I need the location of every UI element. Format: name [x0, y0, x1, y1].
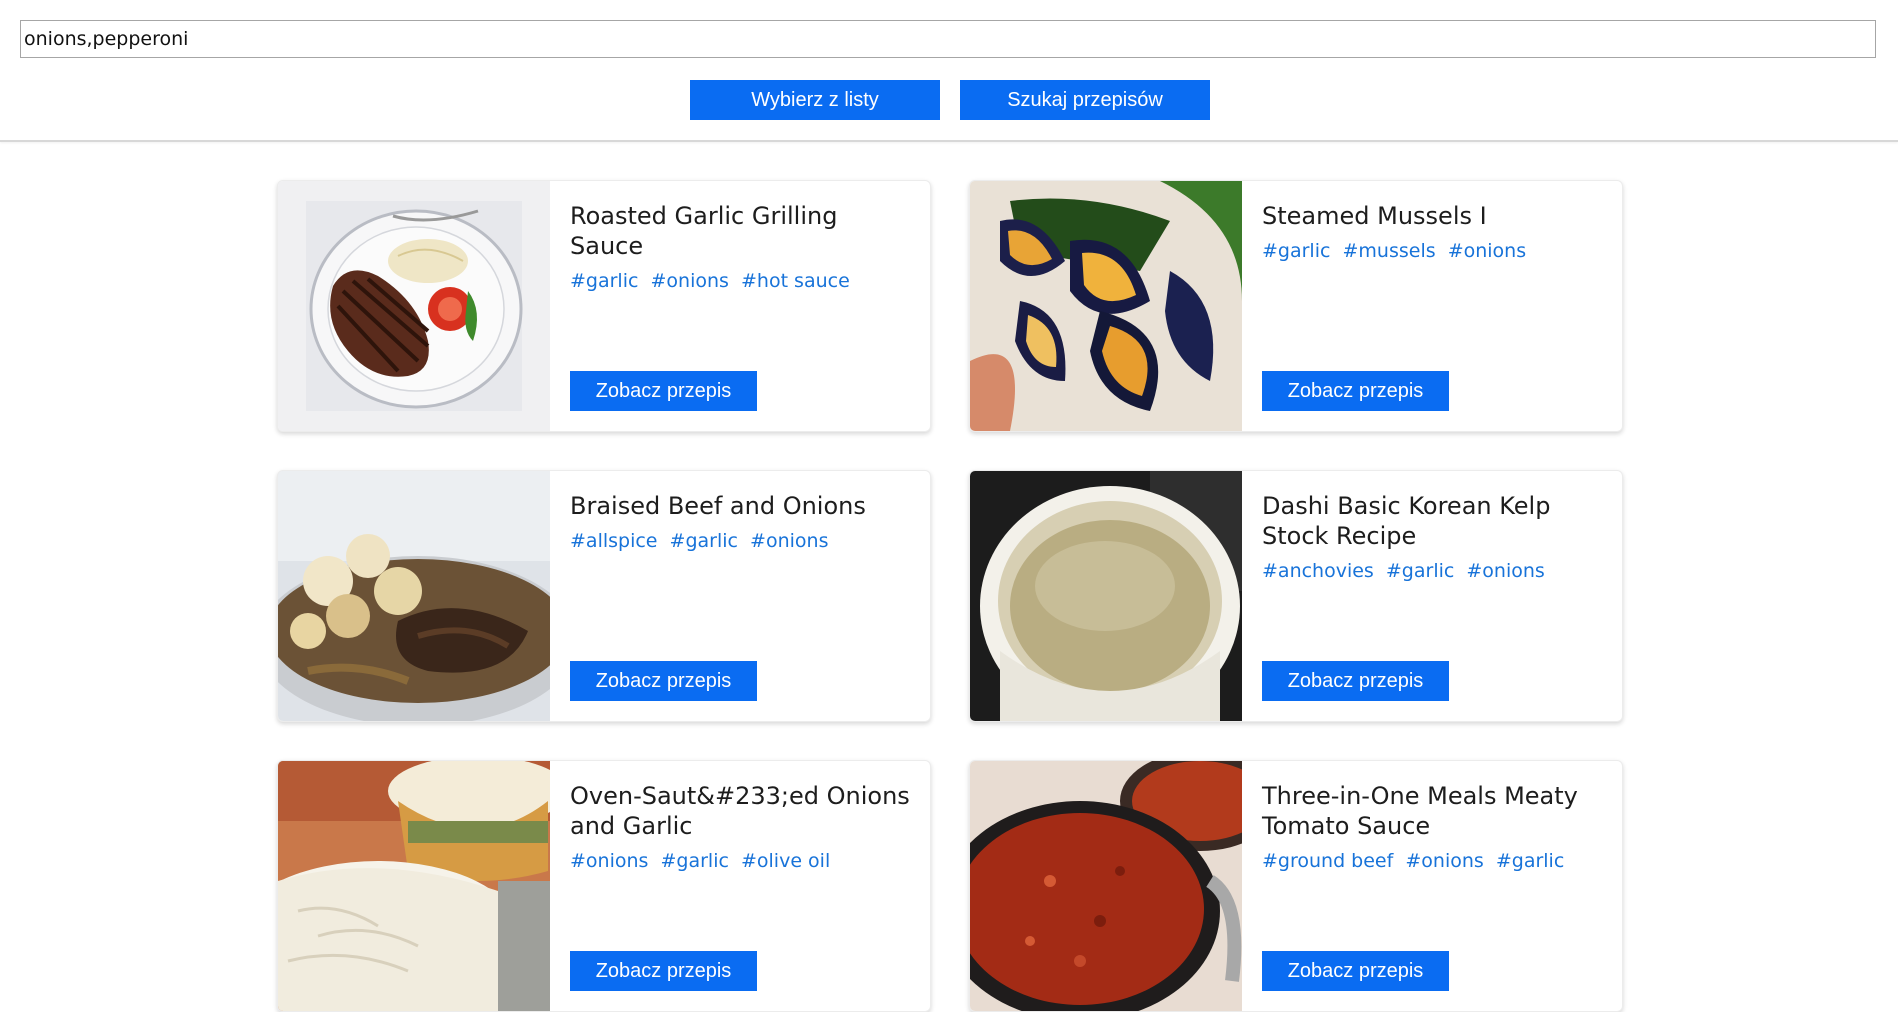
- recipe-title: Oven-Saut&#233;ed Onions and Garlic: [570, 782, 910, 840]
- recipe-tag[interactable]: #olive oil: [741, 850, 830, 872]
- recipe-tag[interactable]: #onions: [750, 530, 828, 552]
- braised-beef-image: [278, 471, 550, 721]
- recipe-tags: #anchovies #garlic #onions: [1262, 559, 1602, 583]
- recipe-tag[interactable]: #onions: [570, 850, 648, 872]
- view-recipe-button[interactable]: Zobacz przepis: [1262, 661, 1449, 701]
- recipe-tag[interactable]: #onions: [651, 270, 729, 292]
- recipe-title: Roasted Garlic Grilling Sauce: [570, 202, 838, 260]
- recipe-tag[interactable]: #hot sauce: [741, 270, 850, 292]
- recipe-tag[interactable]: #onions: [1405, 850, 1483, 872]
- view-recipe-button[interactable]: Zobacz przepis: [570, 951, 757, 991]
- recipe-tag[interactable]: #mussels: [1343, 240, 1436, 262]
- view-recipe-button[interactable]: Zobacz przepis: [570, 371, 757, 411]
- recipe-title: Dashi Basic Korean Kelp Stock Recipe: [1262, 492, 1551, 550]
- onions-bowl-image: [278, 761, 550, 1011]
- recipe-card: Dashi Basic Korean Kelp Stock Recipe #an…: [969, 470, 1623, 722]
- search-recipes-button[interactable]: Szukaj przepisów: [960, 80, 1210, 120]
- recipe-title: Braised Beef and Onions: [570, 492, 866, 520]
- recipe-tag[interactable]: #onions: [1466, 560, 1544, 582]
- view-recipe-button[interactable]: Zobacz przepis: [570, 661, 757, 701]
- recipe-tag[interactable]: #garlic: [1496, 850, 1564, 872]
- broth-bowl-image: [970, 471, 1242, 721]
- recipe-tags: #garlic #mussels #onions: [1262, 239, 1602, 263]
- recipe-tag[interactable]: #onions: [1448, 240, 1526, 262]
- recipe-tag[interactable]: #garlic: [660, 850, 728, 872]
- recipe-tag[interactable]: #allspice: [570, 530, 658, 552]
- recipe-card: Roasted Garlic Grilling Sauce #garlic #o…: [277, 180, 931, 432]
- search-header: Wybierz z listy Szukaj przepisów: [0, 0, 1898, 142]
- recipe-tags: #allspice #garlic #onions: [570, 529, 910, 553]
- recipe-tags: #ground beef #onions #garlic: [1262, 849, 1602, 873]
- recipe-card: Oven-Saut&#233;ed Onions and Garlic #oni…: [277, 760, 931, 1012]
- steak-plate-image: [278, 181, 550, 431]
- pick-from-list-button[interactable]: Wybierz z listy: [690, 80, 940, 120]
- recipe-title: Steamed Mussels I: [1262, 202, 1487, 230]
- recipe-tag[interactable]: #ground beef: [1262, 850, 1393, 872]
- tomato-sauce-image: [970, 761, 1242, 1011]
- recipe-card: Three-in-One Meals Meaty Tomato Sauce #g…: [969, 760, 1623, 1012]
- recipe-tags: #garlic #onions #hot sauce: [570, 269, 910, 293]
- recipe-tag[interactable]: #garlic: [1262, 240, 1330, 262]
- recipe-tag[interactable]: #anchovies: [1262, 560, 1374, 582]
- recipe-tag[interactable]: #garlic: [1386, 560, 1454, 582]
- recipe-card: Steamed Mussels I #garlic #mussels #onio…: [969, 180, 1623, 432]
- recipe-tag[interactable]: #garlic: [670, 530, 738, 552]
- view-recipe-button[interactable]: Zobacz przepis: [1262, 371, 1449, 411]
- ingredients-search-input[interactable]: [20, 20, 1876, 58]
- recipe-tags: #onions #garlic #olive oil: [570, 849, 910, 873]
- recipe-title: Three-in-One Meals Meaty Tomato Sauce: [1262, 782, 1578, 840]
- recipe-tag[interactable]: #garlic: [570, 270, 638, 292]
- view-recipe-button[interactable]: Zobacz przepis: [1262, 951, 1449, 991]
- mussels-image: [970, 181, 1242, 431]
- recipe-card: Braised Beef and Onions #allspice #garli…: [277, 470, 931, 722]
